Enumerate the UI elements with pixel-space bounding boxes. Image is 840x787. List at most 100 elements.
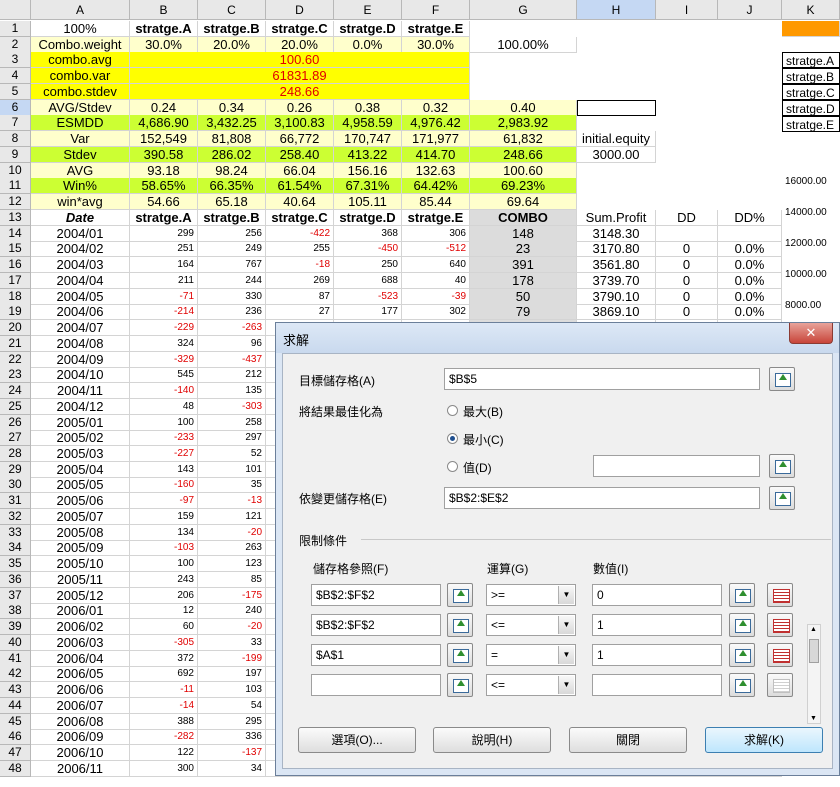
- cell[interactable]: 54.66: [130, 194, 198, 211]
- cell[interactable]: 251: [130, 241, 198, 258]
- cell[interactable]: -282: [130, 729, 198, 746]
- constraint-cell-ref[interactable]: $B$2:$F$2: [311, 614, 441, 636]
- cell[interactable]: stratge.C: [266, 209, 334, 226]
- cell[interactable]: 2005/05: [31, 477, 130, 494]
- radio-minimum-label[interactable]: 最小(C): [463, 431, 504, 448]
- cell[interactable]: 3869.10: [577, 304, 656, 321]
- cell[interactable]: stratge.A: [130, 209, 198, 226]
- cell[interactable]: [782, 21, 840, 37]
- cell[interactable]: Stdev: [31, 146, 130, 163]
- constraint-operator-select[interactable]: = ▼: [486, 644, 576, 666]
- cell[interactable]: 297: [198, 430, 266, 447]
- cell[interactable]: 121: [198, 508, 266, 525]
- cell[interactable]: -39: [402, 288, 470, 305]
- constraint-value-shrink-button[interactable]: [729, 643, 755, 667]
- cell[interactable]: 96: [198, 335, 266, 352]
- cell[interactable]: 61831.89: [130, 68, 470, 85]
- cell[interactable]: [718, 225, 782, 242]
- cell[interactable]: 2005/06: [31, 493, 130, 510]
- radio-maximum[interactable]: [447, 405, 458, 416]
- row-header-32[interactable]: 32: [0, 508, 31, 525]
- cell[interactable]: 2006/01: [31, 603, 130, 620]
- cell[interactable]: 30.0%: [130, 36, 198, 53]
- cell[interactable]: 767: [198, 257, 266, 274]
- row-header-44[interactable]: 44: [0, 697, 31, 714]
- cell[interactable]: 640: [402, 257, 470, 274]
- cell[interactable]: 0.0%: [718, 272, 782, 289]
- cell[interactable]: 30.0%: [402, 36, 470, 53]
- remove-constraint-button[interactable]: [767, 583, 793, 607]
- cell[interactable]: 159: [130, 508, 198, 525]
- cell[interactable]: 2005/08: [31, 524, 130, 541]
- cell[interactable]: 2004/02: [31, 241, 130, 258]
- row-header-5[interactable]: 5: [0, 83, 31, 100]
- cell[interactable]: 324: [130, 335, 198, 352]
- cell[interactable]: 54: [198, 697, 266, 714]
- cell[interactable]: 3148.30: [577, 225, 656, 242]
- cell[interactable]: 0.24: [130, 99, 198, 116]
- cell[interactable]: 3,432.25: [198, 115, 266, 132]
- row-header-28[interactable]: 28: [0, 445, 31, 462]
- column-header-g[interactable]: G: [470, 0, 577, 20]
- cell[interactable]: 67.31%: [334, 178, 402, 195]
- row-header-11[interactable]: 11: [0, 178, 31, 195]
- column-header-b[interactable]: B: [130, 0, 198, 20]
- cell[interactable]: 66,772: [266, 131, 334, 148]
- cell[interactable]: 101: [198, 461, 266, 478]
- constraint-value-shrink-button[interactable]: [729, 673, 755, 697]
- remove-constraint-button[interactable]: [767, 643, 793, 667]
- cell[interactable]: 692: [130, 666, 198, 683]
- cell[interactable]: -11: [130, 682, 198, 699]
- cell[interactable]: AVG/Stdev: [31, 99, 130, 116]
- cell[interactable]: 100.00%: [470, 36, 577, 53]
- target-cell-input[interactable]: $B$5: [444, 368, 760, 390]
- target-shrink-button[interactable]: [769, 367, 795, 391]
- cell[interactable]: 0.32: [402, 99, 470, 116]
- cell[interactable]: stratge.C: [266, 21, 334, 37]
- dialog-title-bar[interactable]: 求解 ✕: [276, 323, 839, 353]
- constraint-ref-shrink-button[interactable]: [447, 673, 473, 697]
- constraint-ref-shrink-button[interactable]: [447, 643, 473, 667]
- row-header-9[interactable]: 9: [0, 146, 31, 163]
- value-shrink-button[interactable]: [769, 454, 795, 478]
- cell[interactable]: -160: [130, 477, 198, 494]
- cell[interactable]: -305: [130, 634, 198, 651]
- row-header-6[interactable]: 6: [0, 99, 31, 116]
- cell[interactable]: COMBO: [470, 209, 577, 226]
- cell[interactable]: 100%: [31, 21, 130, 37]
- cell[interactable]: 50: [470, 288, 577, 305]
- cell[interactable]: Sum.Profit: [577, 209, 656, 226]
- cell[interactable]: 2005/02: [31, 430, 130, 447]
- cell[interactable]: 269: [266, 272, 334, 289]
- cell[interactable]: stratge.E: [402, 21, 470, 37]
- constraint-cell-ref[interactable]: [311, 674, 441, 696]
- row-header-16[interactable]: 16: [0, 257, 31, 274]
- cell[interactable]: Var: [31, 131, 130, 148]
- cell[interactable]: 2005/04: [31, 461, 130, 478]
- cell[interactable]: 248.66: [470, 146, 577, 163]
- cell[interactable]: 300: [130, 760, 198, 777]
- row-header-4[interactable]: 4: [0, 68, 31, 85]
- cell[interactable]: -20: [198, 524, 266, 541]
- row-header-48[interactable]: 48: [0, 760, 31, 777]
- cell[interactable]: 134: [130, 524, 198, 541]
- row-header-23[interactable]: 23: [0, 367, 31, 384]
- constraint-operator-select[interactable]: <= ▼: [486, 674, 576, 696]
- row-header-42[interactable]: 42: [0, 666, 31, 683]
- cell[interactable]: 170,747: [334, 131, 402, 148]
- cell[interactable]: 0: [656, 272, 718, 289]
- cell[interactable]: -227: [130, 445, 198, 462]
- row-header-8[interactable]: 8: [0, 131, 31, 148]
- cell[interactable]: 2005/12: [31, 587, 130, 604]
- cell[interactable]: -437: [198, 351, 266, 368]
- cell[interactable]: 258.40: [266, 146, 334, 163]
- constraint-operator-select[interactable]: <= ▼: [486, 614, 576, 636]
- row-header-1[interactable]: 1: [0, 21, 31, 37]
- row-header-33[interactable]: 33: [0, 524, 31, 541]
- cell[interactable]: 35: [198, 477, 266, 494]
- changing-cells-input[interactable]: $B$2:$E$2: [444, 487, 760, 509]
- active-cell[interactable]: [577, 99, 656, 116]
- cell[interactable]: 152,549: [130, 131, 198, 148]
- close-button[interactable]: 關閉: [569, 727, 687, 753]
- cell[interactable]: 48: [130, 398, 198, 415]
